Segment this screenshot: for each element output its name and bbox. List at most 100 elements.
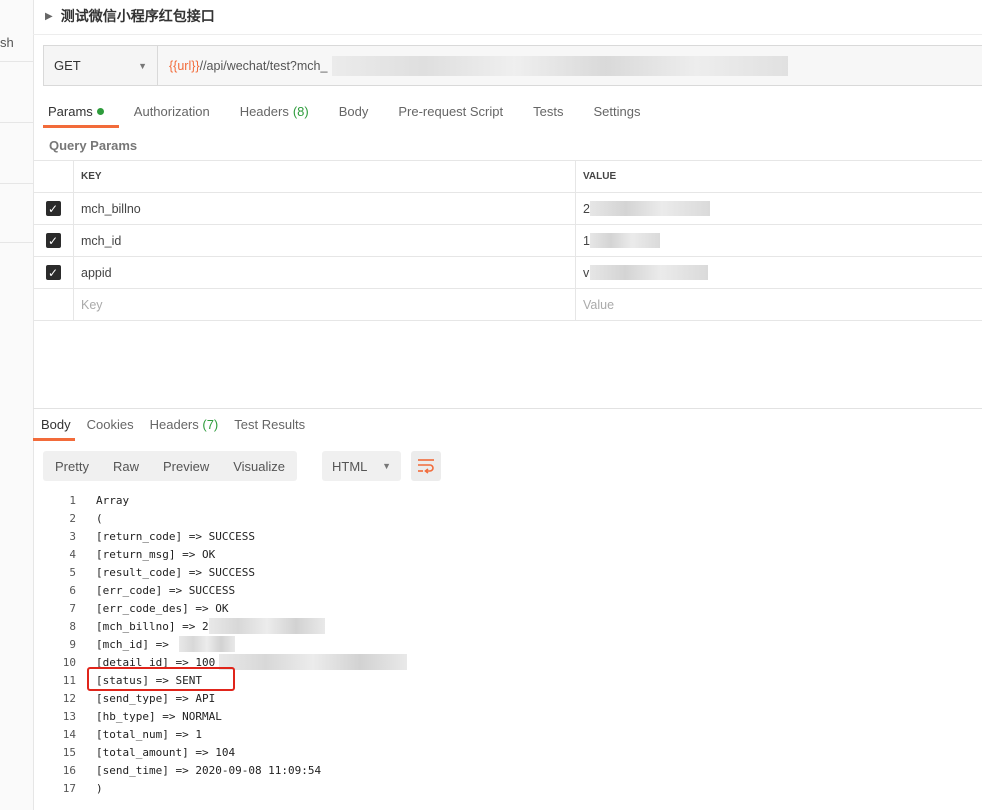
param-value-text: 1 xyxy=(583,233,590,248)
code-text: [total_amount] => 104 xyxy=(96,745,236,759)
tab-response-headers[interactable]: Headers (7) xyxy=(150,417,219,432)
format-label: HTML xyxy=(332,458,368,474)
code-line: 8 [mch_billno] => 2 xyxy=(43,617,325,635)
query-params-table: KEY VALUE ✓ mch_billno 2 ✓ mch_id 1 ✓ ap… xyxy=(33,160,982,321)
sidebar-divider xyxy=(0,242,33,243)
tab-badge: (8) xyxy=(292,104,309,119)
new-key-input[interactable]: Key xyxy=(74,289,576,320)
new-value-input[interactable]: Value xyxy=(576,289,982,320)
code-line: 12 [send_type] => API xyxy=(43,689,321,707)
code-line: 6 [err_code] => SUCCESS xyxy=(43,581,321,599)
line-number: 1 xyxy=(69,493,76,507)
tab-label: Settings xyxy=(593,104,641,119)
params-active-dot-icon xyxy=(96,108,104,115)
code-text: [mch_billno] => 2 xyxy=(96,619,209,633)
tab-label: Body xyxy=(41,417,71,432)
title-divider xyxy=(33,34,982,35)
redacted-code-blur xyxy=(209,618,325,634)
pane-divider[interactable] xyxy=(33,408,982,409)
expand-caret-icon[interactable]: ▶ xyxy=(45,11,53,22)
param-checkbox[interactable]: ✓ xyxy=(45,265,61,280)
code-line: 1 Array xyxy=(43,491,321,509)
tab-pre-request-script[interactable]: Pre-request Script xyxy=(398,104,503,119)
tab-label: Headers xyxy=(149,417,199,432)
redacted-code-blur xyxy=(179,636,235,652)
line-number: 7 xyxy=(69,601,76,615)
param-value-input[interactable]: 1 xyxy=(576,225,982,256)
empty-checkbox-cell xyxy=(33,289,74,320)
code-text: Array xyxy=(96,493,130,507)
tab-response-body[interactable]: Body xyxy=(41,417,71,432)
url-input[interactable]: {{url}}//api/wechat/test?mch_ xyxy=(158,46,982,85)
code-text: [total_num] => 1 xyxy=(96,727,202,741)
tab-label: Params xyxy=(48,104,93,119)
view-raw-button[interactable]: Raw xyxy=(101,451,151,481)
code-text: [hb_type] => NORMAL xyxy=(96,709,222,723)
line-number: 9 xyxy=(69,637,76,651)
value-column-header: VALUE xyxy=(583,171,617,182)
line-number: 2 xyxy=(69,511,76,525)
wrap-lines-icon xyxy=(418,459,434,474)
code-text: [send_type] => API xyxy=(96,691,216,705)
tab-settings[interactable]: Settings xyxy=(593,104,640,119)
redacted-value-blur xyxy=(590,233,660,248)
query-params-title: Query Params xyxy=(49,138,138,153)
format-select[interactable]: HTML ▼ xyxy=(322,451,401,481)
request-title-bar[interactable]: ▶ 测试微信小程序红包接口 xyxy=(45,6,215,26)
table-row: ✓ mch_id 1 xyxy=(33,225,982,257)
line-number: 5 xyxy=(69,565,76,579)
response-tabs: Body Cookies Headers (7) Test Results xyxy=(41,417,321,432)
tab-badge: (7) xyxy=(202,417,219,432)
sidebar-divider xyxy=(0,183,33,184)
method-label: GET xyxy=(54,58,81,73)
code-line: 13 [hb_type] => NORMAL xyxy=(43,707,321,725)
param-checkbox[interactable]: ✓ xyxy=(45,201,61,216)
tab-headers[interactable]: Headers (8) xyxy=(240,104,309,119)
param-checkbox[interactable]: ✓ xyxy=(45,233,61,248)
tab-response-cookies[interactable]: Cookies xyxy=(87,417,134,432)
tab-test-results[interactable]: Test Results xyxy=(234,417,305,432)
view-pretty-button[interactable]: Pretty xyxy=(43,451,101,481)
code-text: [err_code_des] => OK xyxy=(96,601,229,615)
code-text: [return_msg] => OK xyxy=(96,547,216,561)
param-key-input[interactable]: appid xyxy=(74,257,576,288)
param-value-input[interactable]: 2 xyxy=(576,193,982,224)
line-number: 16 xyxy=(62,763,76,777)
tab-tests[interactable]: Tests xyxy=(533,104,563,119)
tab-label: Tests xyxy=(533,104,564,119)
param-key-input[interactable]: mch_billno xyxy=(74,193,576,224)
method-select[interactable]: GET ▼ xyxy=(44,46,158,85)
code-line: 15 [total_amount] => 104 xyxy=(43,743,321,761)
tab-params[interactable]: Params xyxy=(48,104,104,119)
redacted-value-blur xyxy=(590,201,710,216)
wrap-lines-button[interactable] xyxy=(411,451,441,481)
line-number: 14 xyxy=(62,727,76,741)
tab-label: Test Results xyxy=(234,417,306,432)
param-value-text: v xyxy=(583,265,590,280)
line-number: 17 xyxy=(62,781,76,795)
table-row: ✓ mch_billno 2 xyxy=(33,193,982,225)
chevron-down-icon: ▼ xyxy=(382,461,391,471)
code-line: 16 [send_time] => 2020-09-08 11:09:54 xyxy=(43,761,321,779)
tab-authorization[interactable]: Authorization xyxy=(134,104,210,119)
table-row: ✓ appid v xyxy=(33,257,982,289)
code-line: 9 [mch_id] => xyxy=(43,635,321,653)
view-mode-group: Pretty Raw Preview Visualize xyxy=(43,451,298,481)
view-preview-button[interactable]: Preview xyxy=(151,451,221,481)
tab-body[interactable]: Body xyxy=(339,104,369,119)
code-text: [err_code] => SUCCESS xyxy=(96,583,236,597)
code-line: 7 [err_code_des] => OK xyxy=(43,599,321,617)
table-header-row: KEY VALUE xyxy=(33,161,982,193)
param-value-text: 2 xyxy=(583,201,590,216)
code-line: 4 [return_msg] => OK xyxy=(43,545,321,563)
code-line: 14 [total_num] => 1 xyxy=(43,725,321,743)
response-body-code[interactable]: 1 Array 2( 3 [return_code] => SUCCESS 4 [re… xyxy=(43,491,407,797)
param-key-input[interactable]: mch_id xyxy=(74,225,576,256)
tab-label: Body xyxy=(338,104,369,119)
view-visualize-button[interactable]: Visualize xyxy=(221,451,297,481)
param-value-input[interactable]: v xyxy=(576,257,982,288)
sidebar-text-fragment: sh xyxy=(0,35,14,50)
url-path: //api/wechat/test?mch_ xyxy=(199,58,328,73)
sidebar-divider xyxy=(0,61,33,62)
line-number: 12 xyxy=(62,691,76,705)
